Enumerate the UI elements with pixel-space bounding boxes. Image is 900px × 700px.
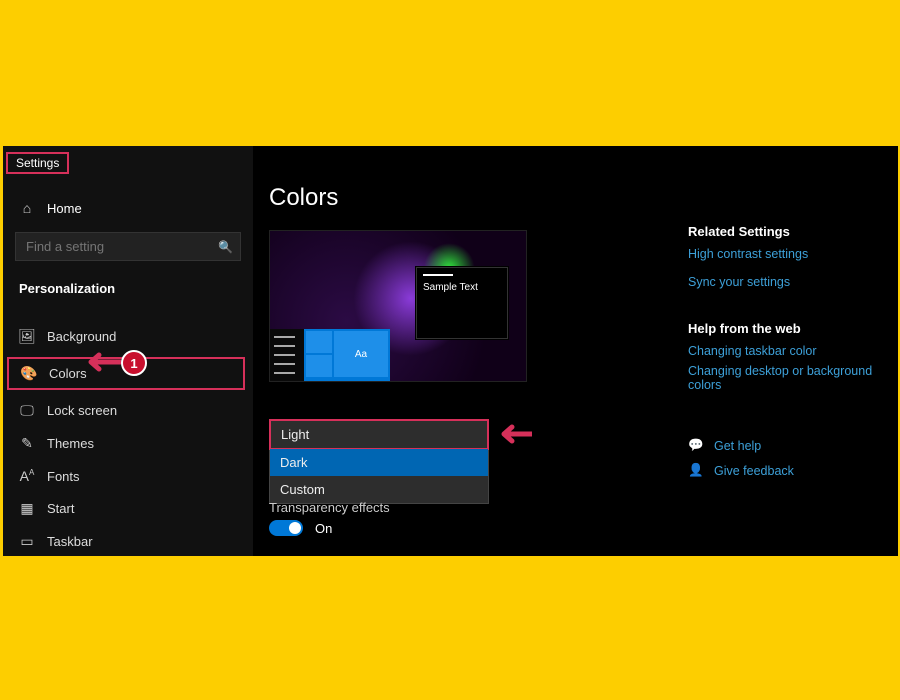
link-sync-settings[interactable]: Sync your settings bbox=[688, 275, 886, 289]
right-panel: Related Settings High contrast settings … bbox=[688, 146, 898, 556]
font-icon: AA bbox=[19, 468, 35, 484]
get-help-link[interactable]: 💬 Get help bbox=[688, 438, 886, 453]
sidebar-home[interactable]: ⌂ Home bbox=[3, 194, 253, 222]
get-help-label: Get help bbox=[714, 439, 761, 453]
sidebar-item-label: Themes bbox=[47, 436, 94, 451]
sample-text: Sample Text bbox=[423, 282, 501, 293]
sample-bar bbox=[423, 274, 453, 276]
grid-icon: ▦ bbox=[19, 500, 35, 517]
tile-aa: Aa bbox=[334, 331, 388, 377]
start-left-rail bbox=[270, 329, 304, 381]
sidebar-item-label: Lock screen bbox=[47, 403, 117, 418]
sidebar-item-label: Taskbar bbox=[47, 534, 93, 549]
transparency-state: On bbox=[315, 521, 332, 536]
link-taskbar-color[interactable]: Changing taskbar color bbox=[688, 344, 886, 358]
brush-icon: ✎ bbox=[19, 435, 35, 452]
dropdown-option-custom[interactable]: Custom bbox=[270, 476, 488, 503]
theme-preview: Sample Text Aa bbox=[269, 230, 527, 382]
sidebar: Settings ⌂ Home 🔍 Personalization 🖼 Back… bbox=[3, 146, 253, 556]
palette-icon: 🎨 bbox=[21, 365, 37, 382]
category-label: Personalization bbox=[3, 271, 253, 302]
color-mode-dropdown[interactable]: Light Dark Custom bbox=[269, 419, 489, 504]
app-title: Settings bbox=[6, 152, 69, 174]
help-heading: Help from the web bbox=[688, 321, 886, 336]
sidebar-item-background[interactable]: 🖼 Background bbox=[3, 320, 253, 353]
callout-arrow-icon bbox=[498, 424, 532, 447]
toggle-knob bbox=[289, 522, 301, 534]
sidebar-item-themes[interactable]: ✎ Themes bbox=[3, 427, 253, 460]
tile-grid: Aa bbox=[304, 329, 390, 381]
search-input[interactable] bbox=[15, 232, 241, 261]
sidebar-item-label: Fonts bbox=[47, 469, 80, 484]
content: Colors Sample Text Aa bbox=[253, 146, 688, 556]
callout-number-badge: 1 bbox=[121, 350, 147, 376]
sidebar-home-label: Home bbox=[47, 201, 82, 216]
help-icon: 💬 bbox=[688, 438, 704, 453]
main-area: Colors Sample Text Aa bbox=[253, 146, 898, 556]
search-icon: 🔍 bbox=[218, 240, 233, 254]
sidebar-item-fonts[interactable]: AA Fonts bbox=[3, 460, 253, 492]
sidebar-item-label: Start bbox=[47, 501, 74, 516]
give-feedback-label: Give feedback bbox=[714, 464, 794, 478]
picture-icon: 🖼 bbox=[19, 328, 35, 345]
search-container: 🔍 bbox=[15, 232, 241, 261]
sample-window: Sample Text bbox=[416, 267, 508, 339]
monitor-icon: 🖵 bbox=[19, 402, 35, 419]
page-title: Colors bbox=[269, 184, 672, 212]
link-high-contrast[interactable]: High contrast settings bbox=[688, 247, 886, 261]
transparency-toggle[interactable] bbox=[269, 520, 303, 536]
sidebar-item-label: Background bbox=[47, 329, 116, 344]
sidebar-item-taskbar[interactable]: ▭ Taskbar bbox=[3, 525, 253, 558]
related-settings-heading: Related Settings bbox=[688, 224, 886, 239]
dropdown-option-light[interactable]: Light bbox=[269, 419, 489, 450]
transparency-label: Transparency effects bbox=[269, 500, 390, 515]
link-desktop-colors[interactable]: Changing desktop or background colors bbox=[688, 364, 886, 392]
start-panel: Aa bbox=[270, 329, 390, 381]
sidebar-item-lock-screen[interactable]: 🖵 Lock screen bbox=[3, 394, 253, 427]
settings-window: ─ ☐ ✕ Settings ⌂ Home 🔍 Personalization … bbox=[3, 146, 898, 556]
taskbar-icon: ▭ bbox=[19, 533, 35, 550]
home-icon: ⌂ bbox=[19, 200, 35, 216]
taskbar-preview: Aa bbox=[270, 329, 390, 381]
sidebar-item-start[interactable]: ▦ Start bbox=[3, 492, 253, 525]
give-feedback-link[interactable]: 👤 Give feedback bbox=[688, 463, 886, 478]
transparency-toggle-row: On bbox=[269, 520, 332, 536]
callout-arrow-icon bbox=[81, 351, 121, 373]
feedback-icon: 👤 bbox=[688, 463, 704, 478]
dropdown-option-dark[interactable]: Dark bbox=[270, 449, 488, 476]
